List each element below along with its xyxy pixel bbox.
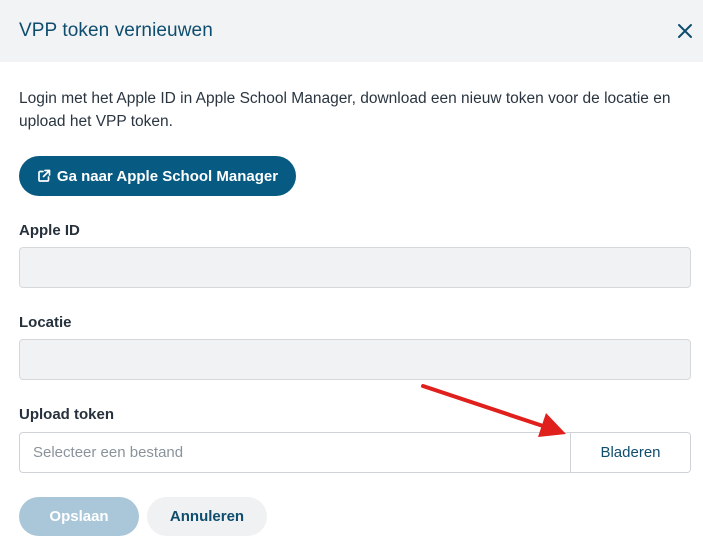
locatie-label: Locatie bbox=[19, 314, 72, 331]
external-link-icon bbox=[38, 169, 51, 182]
browse-button[interactable]: Bladeren bbox=[570, 433, 690, 472]
close-button[interactable] bbox=[675, 20, 695, 42]
apple-id-field[interactable] bbox=[19, 247, 691, 288]
go-to-apple-school-manager-button[interactable]: Ga naar Apple School Manager bbox=[19, 156, 296, 196]
cancel-button[interactable]: Annuleren bbox=[147, 497, 267, 536]
intro-text: Login met het Apple ID in Apple School M… bbox=[19, 90, 671, 130]
upload-token-label: Upload token bbox=[19, 406, 115, 423]
upload-token-file-input: Selecteer een bestand Bladeren bbox=[19, 432, 691, 473]
locatie-field[interactable] bbox=[19, 339, 691, 380]
close-icon bbox=[678, 24, 692, 38]
go-to-apple-school-manager-label: Ga naar Apple School Manager bbox=[56, 167, 279, 185]
modal-title: VPP token vernieuwen bbox=[19, 20, 213, 41]
vpp-token-modal: VPP token vernieuwen Login met het Apple… bbox=[0, 0, 703, 550]
file-select-field[interactable]: Selecteer een bestand bbox=[20, 433, 570, 472]
apple-id-label: Apple ID bbox=[19, 222, 80, 239]
save-button[interactable]: Opslaan bbox=[19, 497, 139, 536]
modal-header: VPP token vernieuwen bbox=[0, 0, 703, 62]
